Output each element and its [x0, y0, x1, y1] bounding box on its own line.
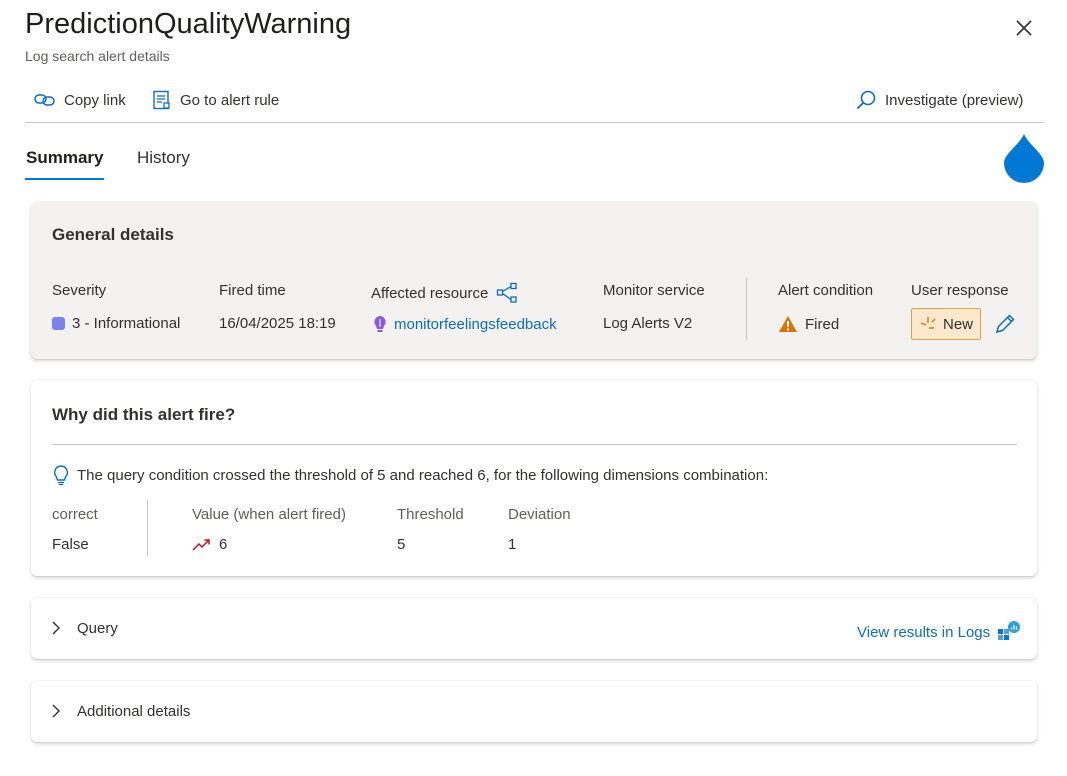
severity-indicator-icon: [52, 317, 65, 330]
affected-resource-label: Affected resource: [371, 284, 489, 302]
trend-up-icon: [192, 538, 210, 551]
share-graph-icon[interactable]: [496, 282, 518, 304]
copy-link-label: Copy link: [64, 91, 126, 109]
copilot-drop-icon[interactable]: [1002, 132, 1046, 184]
why-message-text: The query condition crossed the threshol…: [77, 466, 769, 484]
dimension-header: correct: [52, 506, 98, 523]
deviation-column-header: Deviation: [508, 506, 571, 523]
user-response-badge[interactable]: New: [911, 308, 981, 340]
close-button[interactable]: [1010, 14, 1038, 42]
query-label[interactable]: Query: [77, 620, 118, 637]
new-sparkle-icon: [920, 317, 936, 329]
query-expand-button[interactable]: [50, 620, 62, 641]
severity-label: Severity: [52, 282, 107, 299]
value-cell: 6: [192, 536, 227, 553]
alert-condition-label: Alert condition: [778, 282, 874, 299]
fired-time-value: 16/04/2025 18:19: [219, 315, 336, 332]
details-divider: [746, 278, 747, 340]
why-divider: [52, 444, 1017, 445]
page-subtitle: Log search alert details: [25, 48, 170, 64]
tab-summary[interactable]: Summary: [26, 148, 103, 168]
affected-resource-link[interactable]: monitorfeelingsfeedback: [394, 316, 557, 333]
active-tab-indicator: [25, 178, 104, 180]
copy-link-button[interactable]: Copy link: [34, 86, 126, 114]
general-details-card: [31, 202, 1037, 359]
threshold-cell: 5: [397, 536, 406, 553]
view-results-in-logs-button[interactable]: View results in Logs: [857, 620, 1021, 644]
pencil-icon: [995, 314, 1015, 334]
deviation-cell: 1: [508, 536, 517, 553]
severity-value: 3 - Informational: [52, 315, 180, 332]
view-results-in-logs-link[interactable]: View results in Logs: [857, 624, 990, 641]
general-details-heading: General details: [52, 225, 174, 244]
go-to-alert-rule-label: Go to alert rule: [180, 91, 280, 109]
fired-time-label: Fired time: [219, 282, 286, 299]
affected-resource-header: Affected resource: [371, 282, 518, 304]
toolbar-divider: [25, 122, 1044, 123]
alert-condition-value: Fired: [778, 315, 839, 333]
affected-resource-value[interactable]: monitorfeelingsfeedback: [373, 315, 557, 333]
logs-icon: [998, 621, 1021, 640]
value-column-header: Value (when alert fired): [192, 506, 346, 523]
edit-response-button[interactable]: [994, 313, 1016, 340]
search-icon: [856, 90, 876, 110]
user-response-text: New: [942, 315, 973, 333]
why-alert-fired-heading: Why did this alert fire?: [52, 405, 236, 424]
warning-icon: [779, 316, 797, 332]
lightbulb-icon: [54, 465, 68, 486]
close-icon: [1016, 20, 1032, 36]
why-message: The query condition crossed the threshol…: [52, 464, 768, 486]
alert-condition-text: Fired: [805, 315, 840, 333]
chevron-right-icon: [52, 704, 60, 718]
link-icon: [34, 94, 55, 106]
user-response-label: User response: [911, 282, 1009, 299]
alert-rule-icon: [153, 90, 170, 110]
page-title: PredictionQualityWarning: [25, 8, 352, 40]
investigate-label: Investigate (preview): [885, 91, 1024, 109]
dimension-value: False: [52, 536, 89, 553]
dimension-divider: [147, 500, 148, 556]
value-cell-text: 6: [219, 536, 228, 553]
monitor-service-label: Monitor service: [603, 282, 705, 299]
go-to-alert-rule-button[interactable]: Go to alert rule: [152, 86, 279, 114]
chevron-right-icon: [52, 621, 60, 635]
investigate-button[interactable]: Investigate (preview): [855, 86, 1023, 114]
additional-details-expand-button[interactable]: [50, 703, 62, 724]
additional-details-label[interactable]: Additional details: [77, 703, 190, 720]
tab-history[interactable]: History: [137, 148, 190, 168]
monitor-service-value: Log Alerts V2: [603, 315, 693, 332]
threshold-column-header: Threshold: [397, 506, 464, 523]
severity-text: 3 - Informational: [72, 315, 181, 332]
lightbulb-resource-icon: [374, 316, 386, 332]
